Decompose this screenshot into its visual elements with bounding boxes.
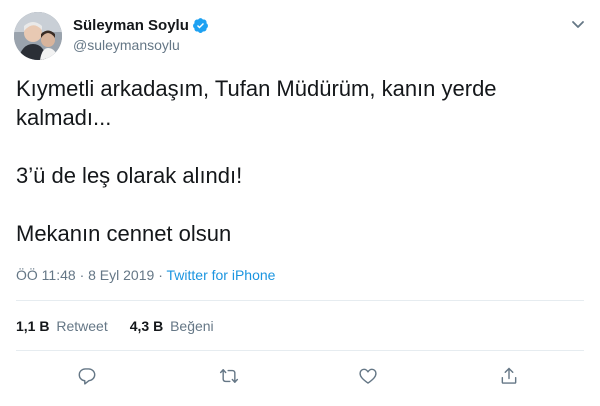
display-name[interactable]: Süleyman Soylu: [73, 17, 189, 34]
retweet-button[interactable]: [217, 364, 241, 388]
like-count: 4,3 B: [129, 318, 164, 334]
tweet-line: Kıymetli arkadaşım, Tufan Müdürüm, kanın…: [16, 76, 497, 130]
tweet-text: Kıymetli arkadaşım, Tufan Müdürüm, kanın…: [16, 74, 576, 248]
retweet-icon: [219, 369, 239, 383]
tweet-line: 3’ü de leş olarak alındı!: [16, 163, 243, 188]
avatar[interactable]: [14, 12, 62, 60]
divider: [16, 300, 584, 301]
tweet-source-link[interactable]: Twitter for iPhone: [167, 267, 276, 283]
share-icon: [501, 367, 517, 384]
tweet-stats: 1,1 B Retweet 4,3 B Beğeni: [16, 318, 214, 334]
like-label: Beğeni: [170, 318, 214, 334]
handle[interactable]: @suleymansoylu: [73, 37, 209, 53]
tweet-line: Mekanın cennet olsun: [16, 221, 232, 246]
tweet-date[interactable]: 8 Eyl 2019: [88, 267, 154, 283]
divider: [16, 350, 584, 351]
chevron-down-icon[interactable]: [570, 16, 586, 32]
like-count-link[interactable]: 4,3 B Beğeni: [130, 318, 214, 334]
avatar-photo: [14, 12, 62, 60]
tweet-card: Süleyman Soylu @suleymansoylu Kıymetli a…: [0, 0, 600, 406]
like-button[interactable]: [356, 364, 380, 388]
tweet-time[interactable]: ÖÖ 11:48: [16, 267, 76, 283]
author-block: Süleyman Soylu @suleymansoylu: [73, 15, 209, 53]
retweet-label: Retweet: [56, 318, 108, 334]
reply-icon: [78, 368, 96, 385]
tweet-metadata: ÖÖ 11:48 · 8 Eyl 2019 · Twitter for iPho…: [16, 267, 275, 283]
meta-separator: ·: [79, 267, 85, 283]
like-icon: [359, 368, 377, 384]
reply-button[interactable]: [75, 364, 99, 388]
verified-badge-icon: [192, 17, 209, 34]
share-button[interactable]: [497, 364, 521, 388]
retweet-count-link[interactable]: 1,1 B Retweet: [16, 318, 108, 334]
meta-separator: ·: [158, 267, 163, 283]
retweet-count: 1,1 B: [16, 318, 50, 334]
action-bar: [0, 364, 600, 388]
name-row: Süleyman Soylu: [73, 15, 209, 35]
